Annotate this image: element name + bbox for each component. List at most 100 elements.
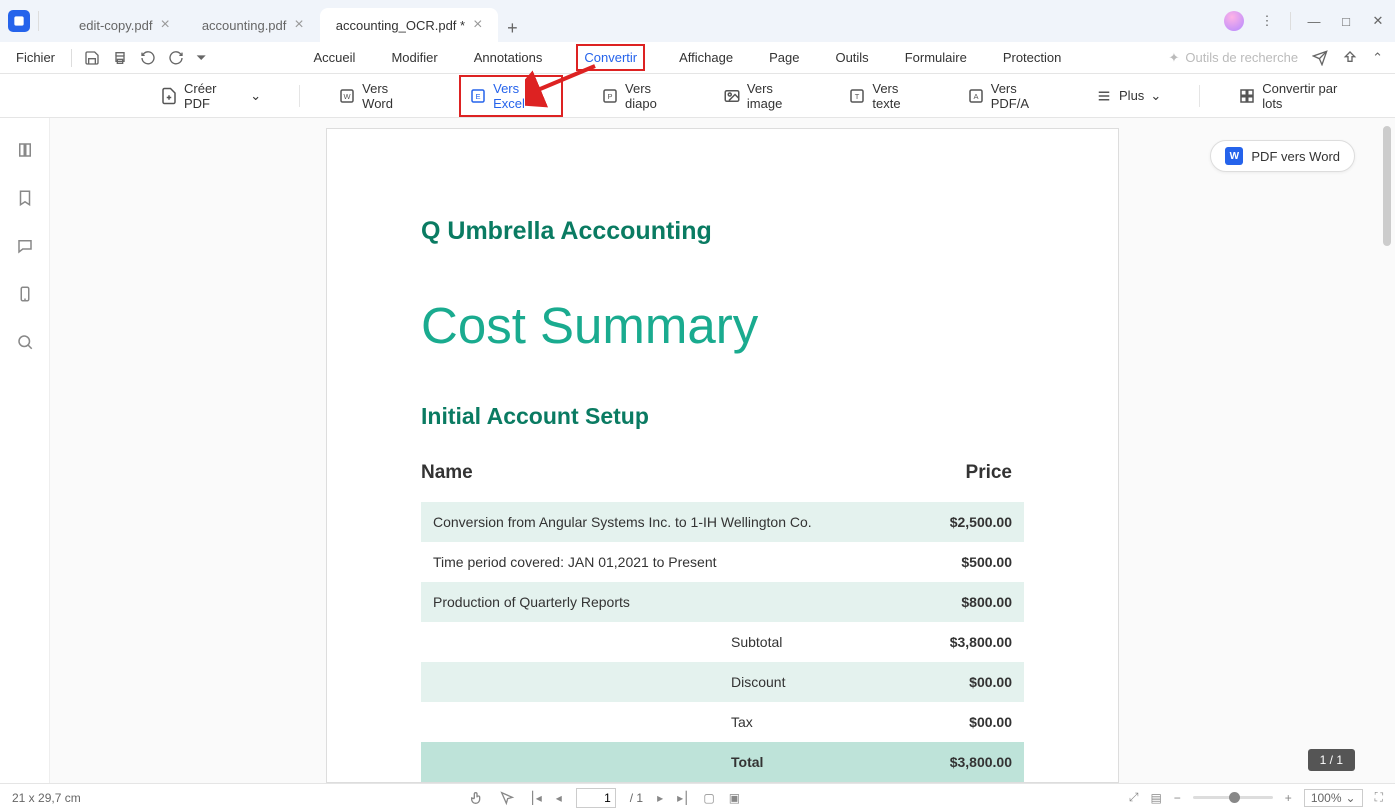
close-icon[interactable]: ✕: [1369, 12, 1387, 30]
menu-accueil[interactable]: Accueil: [312, 44, 358, 71]
fit-width-icon[interactable]: ⤢: [1129, 790, 1139, 805]
document-canvas[interactable]: Q Umbrella Acccounting Cost Summary Init…: [50, 118, 1395, 783]
menu-affichage[interactable]: Affichage: [677, 44, 735, 71]
tab-1[interactable]: edit-copy.pdf ×: [63, 8, 186, 42]
tab-3[interactable]: accounting_OCR.pdf * ×: [320, 8, 499, 42]
user-avatar[interactable]: [1224, 11, 1244, 31]
menu-annotations[interactable]: Annotations: [472, 44, 545, 71]
file-menu[interactable]: Fichier: [12, 46, 59, 69]
cell-name: Production of Quarterly Reports: [421, 582, 918, 622]
minimize-icon[interactable]: —: [1305, 12, 1323, 30]
pdf-page: Q Umbrella Acccounting Cost Summary Init…: [326, 128, 1119, 783]
summary-label: Discount: [421, 662, 918, 702]
vertical-scrollbar[interactable]: [1383, 126, 1391, 246]
send-icon[interactable]: [1312, 50, 1328, 66]
to-word-button[interactable]: W Vers Word: [338, 81, 421, 111]
batch-convert-button[interactable]: Convertir par lots: [1238, 81, 1359, 111]
tab-label: edit-copy.pdf: [79, 18, 152, 33]
titlebar-right: ⋮ — □ ✕: [1224, 11, 1387, 31]
hand-tool-icon[interactable]: [469, 790, 485, 806]
fullscreen-icon[interactable]: ⛶: [1375, 790, 1383, 805]
select-tool-icon[interactable]: [499, 790, 515, 806]
total-row: Total $3,800.00: [421, 742, 1024, 782]
single-page-icon[interactable]: ▢: [703, 791, 714, 805]
to-slides-button[interactable]: P Vers diapo: [601, 81, 685, 111]
last-page-icon[interactable]: ▸⎮: [677, 791, 689, 805]
cloud-icon[interactable]: [1342, 50, 1358, 66]
cell-name: Time period covered: JAN 01,2021 to Pres…: [421, 542, 918, 582]
chevron-down-icon: ⌄: [1346, 791, 1356, 805]
table-row: Production of Quarterly Reports $800.00: [421, 582, 1024, 622]
comments-icon[interactable]: [15, 236, 35, 256]
table-row: Conversion from Angular Systems Inc. to …: [421, 502, 1024, 542]
menu-outils[interactable]: Outils: [833, 44, 870, 71]
word-icon: W: [338, 87, 356, 105]
tool-label: Créer PDF: [184, 81, 244, 111]
next-page-icon[interactable]: ▸: [657, 791, 663, 805]
batch-icon: [1238, 87, 1256, 105]
tool-label: Vers Word: [362, 81, 421, 111]
menu-protection[interactable]: Protection: [1001, 44, 1064, 71]
two-page-icon[interactable]: ▣: [729, 791, 740, 805]
menubar-center: Accueil Modifier Annotations Convertir A…: [312, 44, 1064, 71]
search-icon[interactable]: [15, 332, 35, 352]
statusbar: 21 x 29,7 cm ⎮◂ ◂ / 1 ▸ ▸⎮ ▢ ▣ ⤢ ▤ − + 1…: [0, 783, 1395, 811]
print-icon[interactable]: [112, 50, 128, 66]
bookmarks-icon[interactable]: [15, 188, 35, 208]
summary-value: $00.00: [918, 702, 1024, 742]
maximize-icon[interactable]: □: [1337, 12, 1355, 30]
word-badge-icon: W: [1225, 147, 1243, 165]
close-icon[interactable]: ×: [473, 17, 482, 33]
prev-page-icon[interactable]: ◂: [556, 791, 562, 805]
tool-label: Convertir par lots: [1262, 81, 1359, 111]
menu-page[interactable]: Page: [767, 44, 801, 71]
search-label: Outils de recherche: [1185, 50, 1298, 65]
collapse-icon[interactable]: ⌃: [1372, 50, 1383, 66]
create-pdf-button[interactable]: Créer PDF ⌄: [160, 81, 261, 111]
image-icon: [723, 87, 741, 105]
zoom-out-icon[interactable]: −: [1174, 791, 1181, 805]
zoom-value[interactable]: 100%⌄: [1304, 789, 1363, 807]
cell-price: $500.00: [918, 542, 1024, 582]
close-icon[interactable]: ×: [160, 17, 169, 33]
more-button[interactable]: Plus ⌄: [1095, 87, 1161, 105]
svg-text:P: P: [608, 92, 613, 101]
search-tools[interactable]: ✦ Outils de recherche: [1168, 50, 1298, 66]
tab-2[interactable]: accounting.pdf ×: [186, 8, 320, 42]
menu-convertir[interactable]: Convertir: [576, 44, 645, 71]
view-mode-icon[interactable]: ▤: [1150, 791, 1161, 805]
more-icon[interactable]: ⋮: [1258, 12, 1276, 30]
summary-label: Tax: [421, 702, 918, 742]
total-value: $3,800.00: [918, 742, 1024, 782]
chevron-down-icon: ⌄: [250, 88, 261, 104]
logo-icon: [12, 14, 26, 28]
menu-modifier[interactable]: Modifier: [389, 44, 439, 71]
add-tab-button[interactable]: +: [498, 14, 526, 42]
float-label: PDF vers Word: [1251, 149, 1340, 164]
zoom-slider[interactable]: [1193, 796, 1273, 799]
to-text-button[interactable]: T Vers texte: [848, 81, 928, 111]
zoom-thumb[interactable]: [1229, 792, 1240, 803]
slides-icon: P: [601, 87, 619, 105]
tool-label: Vers image: [747, 81, 810, 111]
to-pdfa-button[interactable]: A Vers PDF/A: [967, 81, 1057, 111]
to-excel-button[interactable]: E Vers Excel: [459, 75, 563, 117]
menu-formulaire[interactable]: Formulaire: [903, 44, 969, 71]
dropdown-icon[interactable]: ⏷: [196, 50, 206, 66]
excel-icon: E: [469, 87, 487, 105]
to-image-button[interactable]: Vers image: [723, 81, 810, 111]
cell-price: $800.00: [918, 582, 1024, 622]
separator: [1290, 12, 1291, 30]
page-number-input[interactable]: [576, 788, 616, 808]
close-icon[interactable]: ×: [294, 17, 303, 33]
summary-value: $00.00: [918, 662, 1024, 702]
first-page-icon[interactable]: ⎮◂: [529, 791, 541, 805]
undo-icon[interactable]: [140, 50, 156, 66]
thumbnails-icon[interactable]: [15, 140, 35, 160]
zoom-in-icon[interactable]: +: [1285, 791, 1292, 805]
attachments-icon[interactable]: [15, 284, 35, 304]
menubar-left: Fichier ⏷: [12, 46, 206, 69]
pdf-to-word-button[interactable]: W PDF vers Word: [1210, 140, 1355, 172]
redo-icon[interactable]: [168, 50, 184, 66]
save-icon[interactable]: [84, 50, 100, 66]
